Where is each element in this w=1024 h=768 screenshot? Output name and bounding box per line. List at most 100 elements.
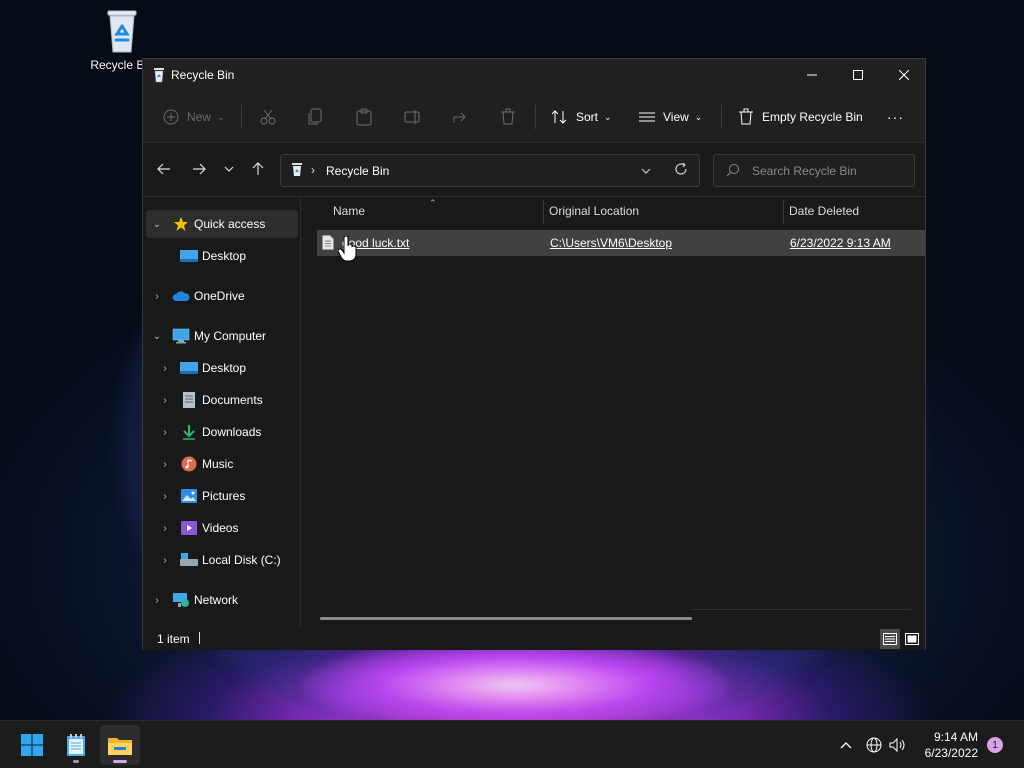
volume-button[interactable] — [888, 735, 908, 755]
nav-network[interactable]: › Network — [146, 586, 298, 614]
copy-button[interactable] — [308, 91, 324, 143]
music-icon — [180, 456, 198, 472]
title-bar[interactable]: Recycle Bin — [143, 59, 925, 91]
sort-icon — [551, 110, 567, 124]
network-icon — [172, 592, 190, 608]
navigation-pane: ⌄ Quick access Desktop › OneDrive ⌄ My C… — [143, 198, 301, 628]
chevron-right-icon: › — [311, 163, 315, 177]
close-icon — [899, 70, 909, 80]
breadcrumb-recycle-bin[interactable]: Recycle Bin — [326, 164, 389, 178]
table-row[interactable]: good luck.txt C:\Users\VM6\Desktop 6/23/… — [317, 230, 925, 256]
command-bar: New ⌄ Sort ⌄ View ⌄ Empty Recycle Bin ··… — [143, 91, 925, 143]
new-button[interactable]: New ⌄ — [163, 91, 225, 143]
file-list: Name ⌃ Original Location Date Deleted go… — [302, 198, 925, 628]
view-button[interactable]: View ⌄ — [639, 91, 702, 143]
window-title: Recycle Bin — [171, 68, 235, 82]
rename-button[interactable] — [404, 91, 422, 143]
cloud-icon — [172, 288, 190, 304]
taskbar-file-explorer[interactable] — [100, 725, 140, 765]
new-label: New — [187, 110, 212, 124]
text-file-icon — [322, 235, 334, 250]
nav-my-computer-label: My Computer — [194, 329, 267, 343]
column-header-date-deleted[interactable]: Date Deleted — [789, 198, 859, 224]
nav-qa-desktop-label: Desktop — [202, 249, 247, 263]
drive-icon — [180, 552, 198, 568]
refresh-icon — [675, 162, 687, 175]
search-box[interactable] — [713, 154, 915, 187]
minimize-icon — [807, 74, 817, 76]
nav-pictures[interactable]: › Pictures — [146, 482, 298, 510]
nav-local-disk[interactable]: › Local Disk (C:) — [146, 546, 298, 574]
taskbar-notepad[interactable] — [56, 725, 96, 765]
refresh-button[interactable] — [674, 162, 688, 179]
maximize-button[interactable] — [835, 59, 881, 91]
recycle-bin-icon — [102, 8, 142, 54]
sort-button[interactable]: Sort ⌄ — [551, 91, 612, 143]
empty-recycle-bin-label: Empty Recycle Bin — [762, 110, 863, 124]
chevron-down-icon: ⌄ — [152, 330, 162, 342]
clock[interactable]: 9:14 AM 6/23/2022 — [908, 729, 978, 761]
horizontal-scrollbar[interactable] — [320, 617, 692, 620]
chevron-right-icon: › — [163, 522, 167, 534]
nav-onedrive-label: OneDrive — [194, 289, 245, 303]
nav-network-label: Network — [194, 593, 239, 607]
nav-documents[interactable]: › Documents — [146, 386, 298, 414]
recent-locations-button[interactable] — [215, 155, 243, 183]
nav-downloads[interactable]: › Downloads — [146, 418, 298, 446]
chevron-right-icon: › — [163, 394, 167, 406]
delete-button[interactable] — [500, 91, 516, 143]
column-divider[interactable] — [543, 200, 544, 224]
address-history-button[interactable] — [641, 163, 651, 177]
show-hidden-icons-button[interactable] — [836, 735, 856, 755]
clock-time: 9:14 AM — [933, 730, 978, 744]
column-header-original-location[interactable]: Original Location — [549, 198, 639, 224]
nav-desktop[interactable]: › Desktop — [146, 354, 298, 382]
back-button[interactable] — [150, 155, 178, 183]
notepad-icon — [67, 734, 85, 756]
nav-music-label: Music — [202, 457, 234, 471]
close-button[interactable] — [881, 59, 927, 91]
documents-icon — [180, 392, 198, 408]
arrow-right-icon — [193, 163, 206, 175]
network-status-button[interactable] — [864, 735, 884, 755]
nav-local-disk-label: Local Disk (C:) — [202, 553, 281, 567]
nav-downloads-label: Downloads — [202, 425, 262, 439]
search-icon — [726, 163, 740, 180]
column-original-location-label: Original Location — [549, 204, 640, 218]
recycle-bin-small-icon — [152, 67, 166, 83]
column-header-name[interactable]: Name — [333, 198, 365, 224]
up-button[interactable] — [244, 155, 272, 183]
paste-button[interactable] — [356, 91, 372, 143]
column-divider[interactable] — [783, 200, 784, 224]
pictures-icon — [180, 488, 198, 504]
toolbar-separator — [241, 105, 242, 129]
start-button[interactable] — [12, 725, 52, 765]
nav-videos[interactable]: › Videos — [146, 514, 298, 542]
more-options-button[interactable]: ··· — [887, 91, 904, 143]
empty-recycle-bin-button[interactable]: Empty Recycle Bin — [738, 91, 863, 143]
nav-onedrive[interactable]: › OneDrive — [146, 282, 298, 310]
address-bar[interactable]: › Recycle Bin — [280, 154, 700, 187]
column-date-deleted-label: Date Deleted — [789, 204, 860, 218]
nav-my-computer[interactable]: ⌄ My Computer — [146, 322, 298, 350]
details-view-button[interactable] — [880, 629, 900, 649]
clipboard-icon — [356, 108, 372, 126]
share-button[interactable] — [452, 91, 470, 143]
cut-button[interactable] — [259, 91, 277, 143]
sort-label: Sort — [576, 110, 599, 124]
forward-button[interactable] — [185, 155, 213, 183]
search-input[interactable] — [752, 162, 907, 180]
chevron-down-icon: ⌄ — [152, 218, 162, 230]
chevron-up-icon — [840, 742, 852, 749]
nav-music[interactable]: › Music — [146, 450, 298, 478]
nav-quick-access[interactable]: ⌄ Quick access — [146, 210, 298, 238]
speaker-icon — [889, 737, 905, 753]
toolbar-separator — [721, 105, 722, 129]
notification-badge[interactable]: 1 — [987, 737, 1003, 753]
chevron-down-icon: ⌄ — [694, 111, 703, 122]
tiles-view-icon — [905, 633, 919, 645]
nav-qa-desktop[interactable]: Desktop — [146, 242, 298, 270]
minimize-button[interactable] — [789, 59, 835, 91]
tiles-view-button[interactable] — [902, 629, 922, 649]
rename-icon — [404, 110, 420, 124]
